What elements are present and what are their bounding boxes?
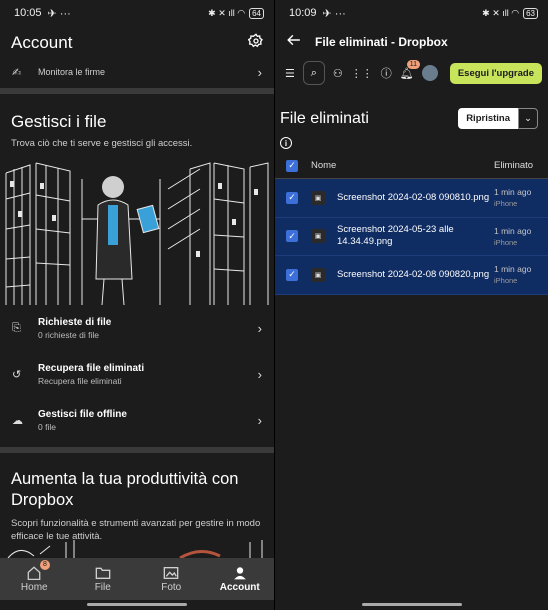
menu-item-restore-deleted[interactable]: ↺ Recupera file eliminati Recupera file e… — [0, 351, 274, 397]
status-right-icons: ✱ ✕ ıll ◠ — [482, 7, 520, 18]
status-right-icons: ✱ ✕ ıll ◠ — [208, 7, 246, 18]
image-file-icon: ▣ — [311, 190, 325, 205]
person-icon — [234, 566, 246, 579]
deleted-time: 1 min ago — [494, 187, 532, 198]
gesture-bar — [362, 603, 462, 606]
table-row[interactable]: ✓ ▣ Screenshot 2024-05-23 alle 14.34.49.… — [275, 217, 548, 256]
deleted-time: 1 min ago — [494, 264, 532, 275]
deleted-files-heading-row: File eliminati Ripristina ⌄ — [275, 88, 548, 129]
device-label: iPhone — [494, 199, 518, 209]
deleted-time: 1 min ago — [494, 225, 532, 236]
manage-files-subtitle: Trova ciò che ti serve e gestisci gli ac… — [11, 138, 193, 149]
table-header: ✓ Nome Eliminato — [275, 153, 548, 179]
column-header-name[interactable]: Nome — [311, 160, 494, 171]
photo-icon — [163, 566, 179, 579]
page-title: Account — [11, 33, 73, 52]
notification-badge: 8 — [40, 560, 50, 570]
chevron-right-icon: › — [257, 64, 262, 80]
file-name: Screenshot 2024-02-08 090810.png — [337, 191, 490, 203]
table-row[interactable]: ✓ ▣ Screenshot 2024-02-08 090810.png 1 m… — [275, 179, 548, 218]
avatar[interactable] — [421, 65, 438, 81]
chevron-right-icon: › — [257, 366, 262, 382]
add-user-icon[interactable]: ⚇ — [333, 67, 343, 80]
select-all-checkbox[interactable]: ✓ — [286, 159, 298, 172]
bell-icon[interactable]: 🔔︎ 11 — [400, 59, 421, 80]
status-bar: 10:09 ✈ ··· ✱ ✕ ıll ◠ 63 — [275, 0, 548, 26]
menu-item-title: Gestisci file offline — [38, 408, 127, 420]
menu-item-subtitle: 0 file — [38, 421, 56, 432]
bottom-navigation: 8 Home File Foto Account — [0, 558, 274, 600]
account-header: Account — [0, 26, 274, 60]
search-icon[interactable]: ⌕ — [302, 61, 325, 85]
restore-button[interactable]: Ripristina — [458, 108, 518, 129]
offline-cloud-icon: ☁ — [12, 414, 23, 427]
status-icons: ✈ ··· — [47, 7, 71, 20]
status-time: 10:05 — [14, 7, 42, 19]
account-screen: 10:05 ✈ ··· ✱ ✕ ıll ◠ 64 Account ✍ Monitor… — [0, 0, 274, 610]
restore-button-group: Ripristina ⌄ — [458, 108, 538, 129]
nav-photos[interactable]: Foto — [137, 558, 206, 600]
nav-label: Account — [219, 581, 260, 593]
deleted-files-list: ✓ ▣ Screenshot 2024-02-08 090810.png 1 m… — [275, 179, 548, 295]
manage-files-title: Gestisci i file — [11, 112, 107, 131]
info-icon[interactable]: i — [280, 137, 292, 149]
nav-files[interactable]: File — [69, 558, 138, 600]
gesture-bar — [87, 603, 187, 606]
status-time: 10:09 — [289, 7, 317, 19]
deleted-files-heading: File eliminati — [280, 109, 369, 127]
gear-icon[interactable] — [247, 32, 264, 54]
chevron-right-icon: › — [257, 412, 262, 428]
help-icon[interactable]: ⓘ — [381, 65, 392, 81]
page-title: File eliminati - Dropbox — [315, 35, 448, 49]
image-file-icon: ▣ — [311, 229, 325, 244]
battery-indicator: 63 — [523, 7, 538, 19]
folder-icon — [95, 567, 111, 579]
back-arrow-icon[interactable] — [287, 33, 301, 51]
nav-label: Foto — [161, 581, 182, 593]
row-checkbox[interactable]: ✓ — [286, 191, 298, 204]
file-name: Screenshot 2024-05-23 alle 14.34.49.png — [337, 224, 454, 248]
dropbox-toolbar: ☰ ⌕ ⚇ ⋮⋮ ⓘ 🔔︎ 11 Esegui l'upgrade — [275, 58, 548, 88]
browser-header: File eliminati - Dropbox — [275, 26, 548, 58]
restore-file-icon: ↺ — [12, 368, 22, 381]
menu-item-offline-files[interactable]: ☁ Gestisci file offline 0 file › — [0, 397, 274, 443]
status-icons: ✈ ··· — [322, 7, 346, 20]
upgrade-button[interactable]: Esegui l'upgrade — [449, 62, 542, 84]
apps-grid-icon[interactable]: ⋮⋮ — [351, 67, 373, 80]
menu-item-file-requests[interactable]: ⎘ Richieste di file 0 richieste di file › — [0, 305, 274, 351]
signature-icon: ✍ — [12, 66, 22, 79]
menu-item-title: Recupera file eliminati — [38, 362, 145, 374]
menu-item-subtitle: 0 richieste di file — [38, 329, 99, 340]
device-label: iPhone — [494, 276, 518, 286]
image-file-icon: ▣ — [311, 267, 325, 282]
row-checkbox[interactable]: ✓ — [286, 230, 298, 243]
column-header-deleted[interactable]: Eliminato — [494, 160, 548, 171]
notification-badge: 11 — [406, 59, 421, 69]
hamburger-menu-icon[interactable]: ☰ — [285, 67, 295, 80]
row-checkbox[interactable]: ✓ — [286, 268, 298, 281]
manage-files-menu: ⎘ Richieste di file 0 richieste di file ›… — [0, 305, 274, 443]
menu-item-title: Richieste di file — [38, 316, 112, 328]
signatures-row[interactable]: ✍ Monitora le firme › — [0, 60, 274, 84]
file-request-icon: ⎘ — [12, 321, 21, 334]
menu-item-subtitle: Recupera file eliminati — [38, 375, 122, 386]
chevron-right-icon: › — [257, 320, 262, 336]
archive-illustration — [0, 159, 274, 305]
nav-account[interactable]: Account — [206, 558, 275, 600]
signatures-label: Monitora le firme — [38, 67, 106, 77]
table-row[interactable]: ✓ ▣ Screenshot 2024-02-08 090820.png 1 m… — [275, 256, 548, 295]
nav-label: File — [94, 581, 111, 593]
file-name: Screenshot 2024-02-08 090820.png — [337, 268, 490, 280]
device-label: iPhone — [494, 237, 518, 247]
nav-home[interactable]: 8 Home — [0, 558, 69, 600]
status-bar: 10:05 ✈ ··· ✱ ✕ ıll ◠ 64 — [0, 0, 274, 26]
productivity-title: Aumenta la tua produttività con Dropbox — [11, 470, 239, 509]
battery-indicator: 64 — [249, 7, 264, 19]
chevron-down-icon[interactable]: ⌄ — [518, 108, 538, 129]
nav-label: Home — [20, 581, 48, 593]
deleted-files-screen: 10:09 ✈ ··· ✱ ✕ ıll ◠ 63 File eliminati - … — [274, 0, 548, 610]
